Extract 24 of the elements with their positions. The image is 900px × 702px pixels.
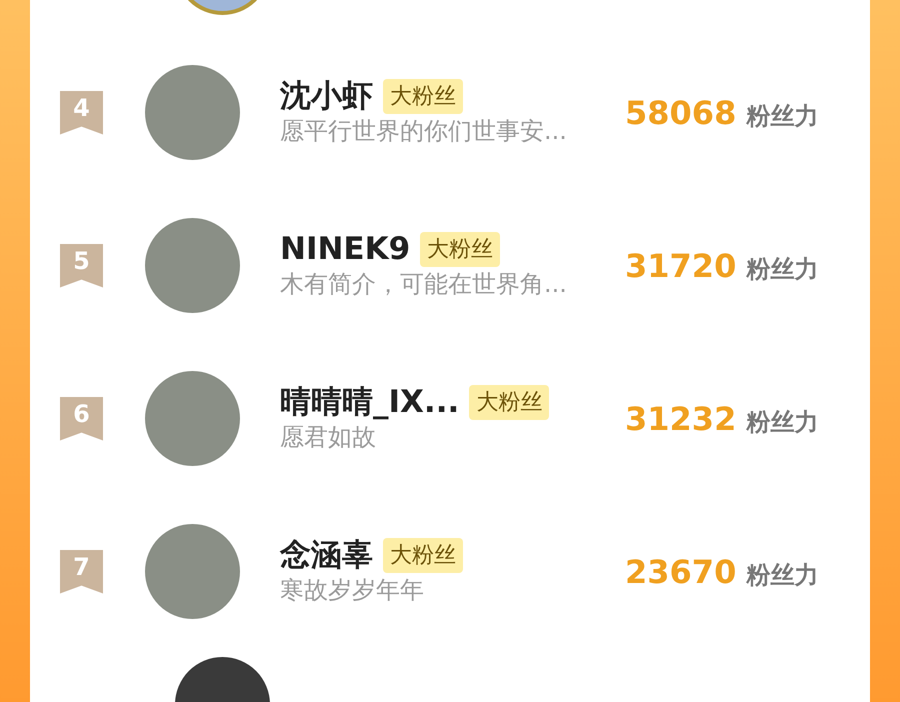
score-unit: 粉丝力 [746,406,818,438]
fan-level-tag: 大粉丝 [420,232,500,268]
rank-ribbon: 4 [60,90,103,134]
user-bio: 寒故岁岁年年 [280,574,425,606]
fan-level-tag: 大粉丝 [383,79,463,114]
user-bio: 愿君如故 [280,422,377,452]
user-bio: 木有简介，可能在世界角... [280,268,568,300]
score-unit: 粉丝力 [746,254,818,284]
user-name: 沈小虾 [280,78,373,116]
rank-ribbon: 6 [60,396,103,440]
score-unit: 粉丝力 [746,100,818,132]
rank-ribbon: 5 [60,244,103,288]
user-name: 晴晴晴_IX... [280,384,460,422]
rank-ribbon: 7 [60,550,103,594]
score-unit: 粉丝力 [746,560,818,590]
user-name: 念涵辜 [280,537,373,574]
fan-score: 58068 [625,92,736,134]
fan-level-tag: 大粉丝 [469,385,550,420]
fan-score: 23670 [625,552,736,592]
user-bio: 愿平行世界的你们世事安... [280,116,568,146]
user-name: NINEK9 [280,231,410,268]
fan-score: 31720 [625,246,736,286]
fan-score: 31232 [625,398,736,440]
fan-level-tag: 大粉丝 [383,538,463,574]
